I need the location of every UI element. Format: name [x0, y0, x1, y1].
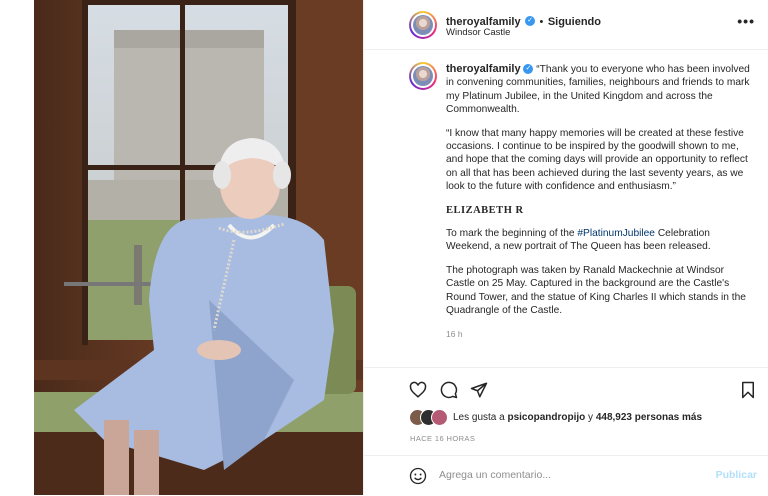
publish-button[interactable]: Publicar	[716, 469, 757, 481]
caption-avatar[interactable]	[409, 62, 437, 90]
share-icon[interactable]	[470, 381, 488, 399]
post-actions	[364, 367, 768, 408]
queen-portrait-image	[34, 0, 363, 495]
comment-input[interactable]: Agrega un comentario...	[439, 469, 551, 481]
likes-middle: y	[585, 412, 596, 423]
post-details-panel: theroyalfamily ✓ • Siguiendo Windsor Cas…	[363, 0, 768, 495]
caption-paragraph-4: To mark the beginning of the #PlatinumJu…	[446, 227, 751, 254]
likes-count[interactable]: 448,923 personas más	[596, 412, 702, 423]
likes-summary: Les gusta a psicopandropijo y 448,923 pe…	[453, 412, 702, 423]
caption-verified-badge-icon: ✓	[523, 64, 534, 75]
emoji-icon[interactable]	[409, 467, 427, 485]
caption-time: 16 h	[446, 328, 463, 339]
comment-icon[interactable]	[440, 381, 458, 399]
post-location[interactable]: Windsor Castle	[446, 27, 510, 38]
caption-text-4a: To mark the beginning of the	[446, 228, 578, 240]
post-image[interactable]	[34, 0, 363, 495]
author-avatar[interactable]	[409, 11, 437, 39]
likes-prefix: Les gusta a	[453, 412, 508, 423]
caption-paragraph-2: “I know that many happy memories will be…	[446, 127, 748, 193]
bookmark-icon[interactable]	[740, 381, 756, 399]
heart-icon[interactable]	[409, 381, 427, 399]
comment-bar: Agrega un comentario... Publicar	[364, 455, 768, 496]
caption-scroll-area[interactable]: theroyalfamily ✓ “Thank you to everyone …	[364, 51, 768, 367]
following-button[interactable]: Siguiendo	[548, 16, 601, 28]
page-margin	[0, 0, 34, 495]
post-caption: theroyalfamily ✓ “Thank you to everyone …	[446, 63, 751, 341]
caption-signature: ELIZABETH R	[446, 204, 524, 216]
caption-paragraph-5: The photograph was taken by Ranald Macke…	[446, 264, 746, 317]
hashtag-link[interactable]: #PlatinumJubilee	[577, 228, 655, 239]
post-header: theroyalfamily ✓ • Siguiendo Windsor Cas…	[364, 0, 768, 50]
post-timestamp[interactable]: HACE 16 HORAS	[410, 434, 475, 443]
verified-badge-icon: ✓	[525, 15, 536, 26]
caption-paragraph-1: theroyalfamily ✓ “Thank you to everyone …	[446, 63, 751, 117]
liker-avatar-3[interactable]	[431, 409, 448, 426]
separator-dot: •	[539, 16, 544, 28]
more-horizontal-icon[interactable]: •••	[737, 13, 755, 29]
caption-username[interactable]: theroyalfamily	[446, 63, 521, 75]
liker-username[interactable]: psicopandropijo	[507, 412, 585, 423]
